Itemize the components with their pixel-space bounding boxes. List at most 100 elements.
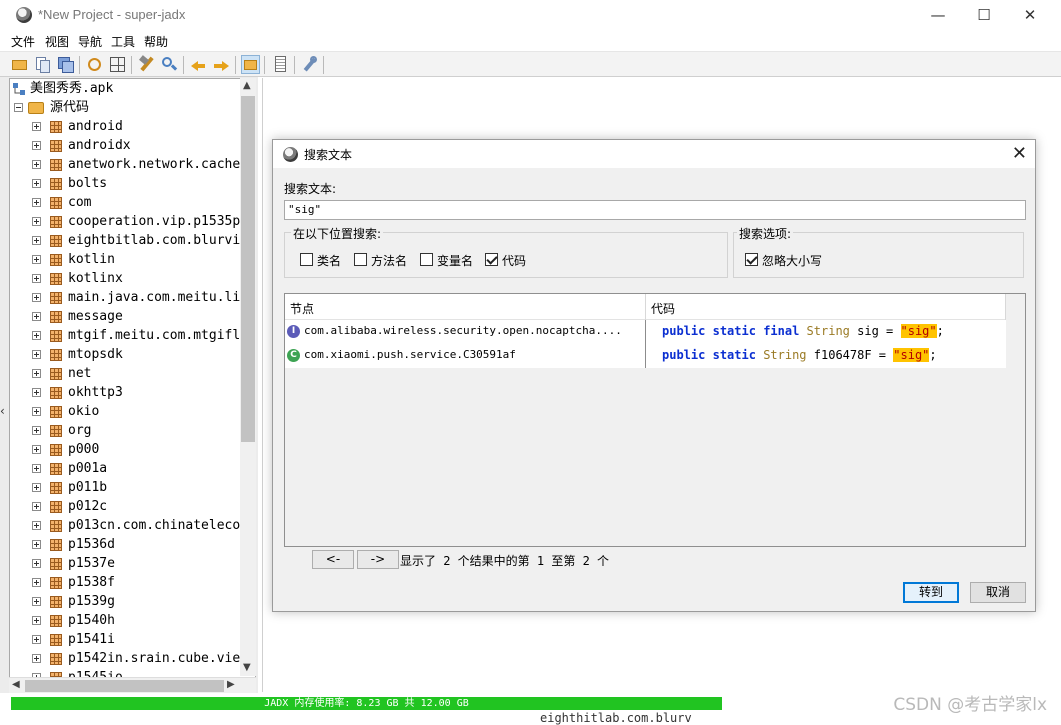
result-row[interactable]: I com.alibaba.wireless.security.open.noc… [285, 320, 1006, 344]
menu-view[interactable]: 视图 [45, 33, 69, 50]
maximize-button[interactable]: ☐ [961, 4, 1007, 26]
expand-icon[interactable] [32, 483, 41, 492]
tree-vertical-scrollbar[interactable]: ▲ ▼ [240, 78, 256, 676]
expand-icon[interactable] [32, 236, 41, 245]
expand-icon[interactable] [32, 407, 41, 416]
tree-item-package[interactable]: p1542in.srain.cube.views [10, 649, 255, 668]
scroll-right-icon[interactable]: ▶ [227, 679, 235, 690]
field-name-checkbox[interactable] [420, 253, 433, 266]
tree-item-package[interactable]: p1539g [10, 592, 255, 611]
code-checkbox[interactable] [485, 253, 498, 266]
scrollbar-thumb[interactable] [241, 96, 255, 442]
tree-item-package[interactable]: bolts [10, 174, 255, 193]
expand-icon[interactable] [32, 350, 41, 359]
node-column-header[interactable]: 节点 [290, 300, 314, 317]
expand-icon[interactable] [32, 198, 41, 207]
expand-icon[interactable] [32, 445, 41, 454]
project-tree[interactable]: 美图秀秀.apk 源代码 android androidx anetwork.netwo… [9, 78, 256, 694]
menu-navigate[interactable]: 导航 [78, 33, 102, 50]
expand-icon[interactable] [32, 502, 41, 511]
minimize-button[interactable]: — [915, 4, 961, 26]
tree-item-package[interactable]: main.java.com.meitu.library [10, 288, 255, 307]
expand-icon[interactable] [32, 274, 41, 283]
expand-icon[interactable] [32, 578, 41, 587]
tree-item-package[interactable]: p011b [10, 478, 255, 497]
deobfuscation-icon[interactable] [241, 55, 260, 74]
tree-item-package[interactable]: eightbitlab.com.blurview [10, 231, 255, 250]
scroll-down-icon[interactable]: ▼ [243, 662, 251, 673]
method-name-checkbox[interactable] [354, 253, 367, 266]
expand-icon[interactable] [32, 122, 41, 131]
tree-item-package[interactable]: kotlinx [10, 269, 255, 288]
tree-item-package[interactable]: p012c [10, 497, 255, 516]
tree-item-package[interactable]: p013cn.com.chinatelecom [10, 516, 255, 535]
tree-item-package[interactable]: p1538f [10, 573, 255, 592]
tree-item-package[interactable]: p000 [10, 440, 255, 459]
sync-icon[interactable] [85, 55, 104, 74]
expand-icon[interactable] [32, 141, 41, 150]
forward-icon[interactable] [212, 55, 231, 74]
expand-icon[interactable] [32, 255, 41, 264]
tree-item-package[interactable]: kotlin [10, 250, 255, 269]
tree-item-package[interactable]: okio [10, 402, 255, 421]
text-search-icon[interactable] [137, 55, 156, 74]
ignore-case-checkbox[interactable] [745, 253, 758, 266]
expand-icon[interactable] [32, 217, 41, 226]
tree-item-package[interactable]: p001a [10, 459, 255, 478]
expand-icon[interactable] [32, 179, 41, 188]
tree-item-package[interactable]: com [10, 193, 255, 212]
tree-item-package[interactable]: android [10, 117, 255, 136]
tree-item-source[interactable]: 源代码 [10, 98, 255, 117]
add-files-icon[interactable] [33, 55, 52, 74]
expand-icon[interactable] [32, 597, 41, 606]
expand-icon[interactable] [32, 464, 41, 473]
tree-item-package[interactable]: org [10, 421, 255, 440]
expand-icon[interactable] [32, 426, 41, 435]
tree-item-package[interactable]: message [10, 307, 255, 326]
tree-item-package[interactable]: p1537e [10, 554, 255, 573]
previous-page-button[interactable]: <- [312, 550, 354, 569]
tree-horizontal-scrollbar[interactable]: ◀ ▶ [9, 677, 256, 693]
search-input[interactable]: "sig" [284, 200, 1026, 220]
goto-button[interactable]: 转到 [903, 582, 959, 603]
cancel-button[interactable]: 取消 [970, 582, 1026, 603]
flatten-packages-icon[interactable] [108, 55, 127, 74]
menu-file[interactable]: 文件 [11, 33, 35, 50]
class-search-icon[interactable] [160, 55, 179, 74]
expand-icon[interactable] [32, 635, 41, 644]
scrollbar-thumb[interactable] [25, 680, 224, 692]
tree-item-package[interactable]: p1541i [10, 630, 255, 649]
expand-icon[interactable] [32, 293, 41, 302]
tree-item-package[interactable]: p1536d [10, 535, 255, 554]
preferences-icon[interactable] [300, 55, 319, 74]
result-row[interactable]: C com.xiaomi.push.service.C30591af publi… [285, 344, 1006, 368]
dialog-close-icon[interactable]: ✕ [1012, 143, 1027, 164]
expand-icon[interactable] [32, 540, 41, 549]
menu-help[interactable]: 帮助 [144, 33, 168, 50]
scroll-up-icon[interactable]: ▲ [243, 80, 251, 91]
open-folder-icon[interactable] [10, 55, 29, 74]
expand-icon[interactable] [32, 388, 41, 397]
close-button[interactable]: ✕ [1007, 4, 1053, 26]
expand-icon[interactable] [32, 369, 41, 378]
expand-icon[interactable] [32, 331, 41, 340]
menu-tools[interactable]: 工具 [111, 33, 135, 50]
back-icon[interactable] [189, 55, 208, 74]
expand-icon[interactable] [32, 654, 41, 663]
expand-icon[interactable] [32, 160, 41, 169]
tree-item-package[interactable]: p1540h [10, 611, 255, 630]
tree-item-package[interactable]: mtgif.meitu.com.mtgiflib [10, 326, 255, 345]
tree-item-package[interactable]: net [10, 364, 255, 383]
scroll-left-icon[interactable]: ◀ [12, 679, 20, 690]
expand-icon[interactable] [32, 559, 41, 568]
tree-item-package[interactable]: mtopsdk [10, 345, 255, 364]
expand-icon[interactable] [32, 521, 41, 530]
tree-item-package[interactable]: anetwork.network.cache [10, 155, 255, 174]
save-all-icon[interactable] [56, 55, 75, 74]
expand-icon[interactable] [32, 312, 41, 321]
tree-item-package[interactable]: cooperation.vip.p1535pb [10, 212, 255, 231]
expand-icon[interactable] [32, 616, 41, 625]
code-column-header[interactable]: 代码 [651, 300, 675, 317]
tree-item-apk[interactable]: 美图秀秀.apk [10, 79, 255, 98]
class-name-checkbox[interactable] [300, 253, 313, 266]
